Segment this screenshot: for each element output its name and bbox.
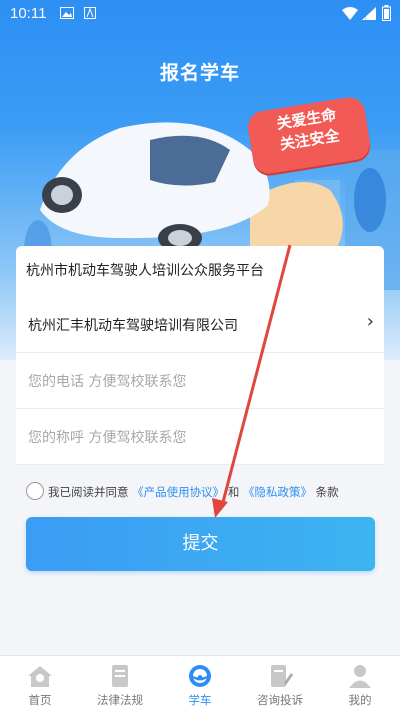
steering-wheel-icon (189, 665, 211, 687)
home-icon (28, 666, 52, 687)
tab-learn-driving[interactable]: 学车 (160, 656, 240, 712)
tab-label: 首页 (28, 693, 52, 707)
complaint-icon (271, 665, 293, 687)
tab-label: 我的 (348, 693, 372, 707)
tab-profile[interactable]: 我的 (320, 656, 400, 712)
tab-complaint[interactable]: 咨询投诉 (240, 656, 320, 712)
tab-home[interactable]: 首页 (0, 656, 80, 712)
tab-label: 学车 (188, 693, 212, 707)
law-book-icon (112, 665, 128, 687)
bottom-tab-bar: 首页 法律法规 学车 咨询投诉 我的 (0, 655, 400, 712)
tab-label: 法律法规 (97, 693, 143, 707)
tab-label: 咨询投诉 (257, 693, 303, 707)
tab-law[interactable]: 法律法规 (80, 656, 160, 712)
red-arrow-annotation (212, 244, 292, 518)
profile-icon (349, 665, 371, 688)
